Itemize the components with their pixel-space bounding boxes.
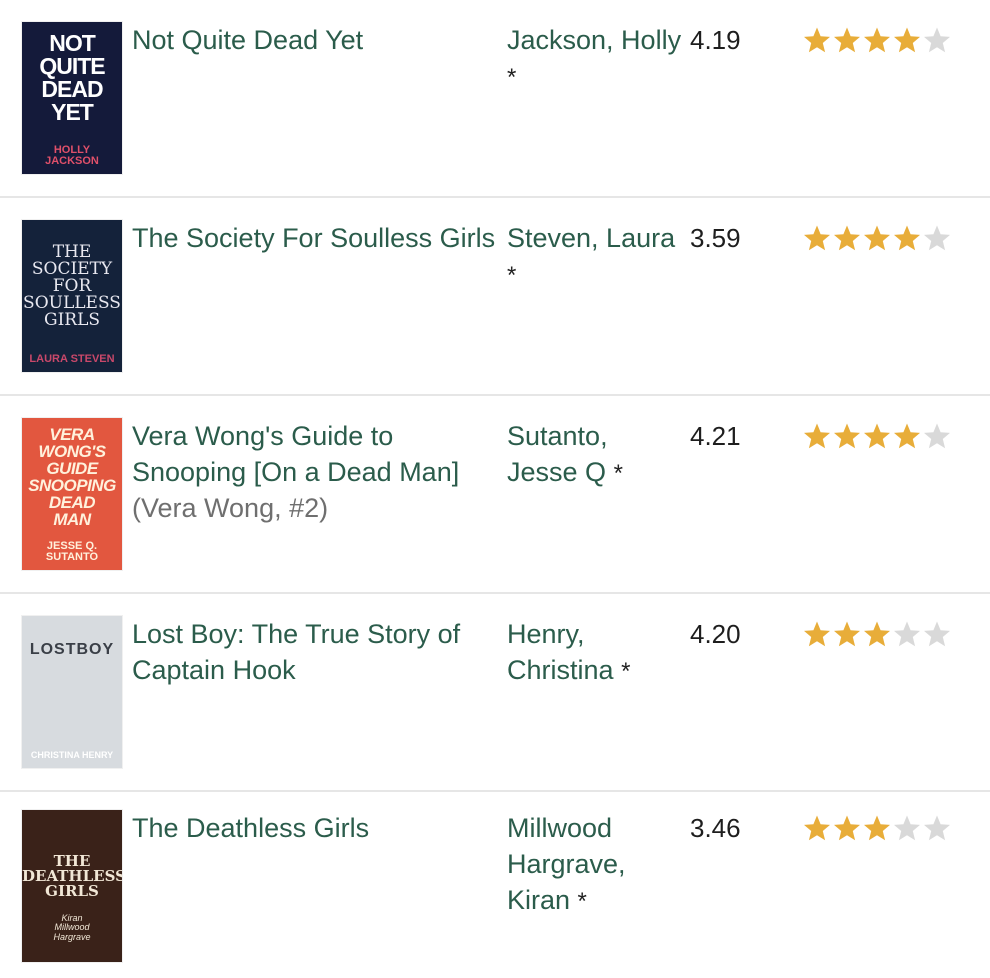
book-list: NOT QUITE DEAD YET HOLLY JACKSON Not Qui… [0,0,990,978]
star-empty-icon[interactable] [923,814,951,842]
average-rating: 3.46 [690,813,741,843]
author-cell: Henry, Christina * [507,616,682,690]
author-asterisk: * [507,64,517,91]
book-cover-link[interactable]: THE DEATHLESS GIRLS Kiran Millwood Hargr… [22,810,122,962]
book-title-link[interactable]: Vera Wong's Guide to Snooping [On a Dead… [132,418,500,526]
star-rating[interactable] [803,616,951,652]
star-filled-icon[interactable] [893,26,921,54]
author-asterisk: * [613,460,623,487]
average-rating: 4.19 [690,25,741,55]
star-empty-icon[interactable] [923,224,951,252]
star-filled-icon[interactable] [893,224,921,252]
author-link[interactable]: Millwood Hargrave, Kiran [507,813,626,915]
star-filled-icon[interactable] [833,422,861,450]
star-filled-icon[interactable] [863,224,891,252]
star-rating[interactable] [803,22,951,58]
star-empty-icon[interactable] [923,620,951,648]
star-empty-icon[interactable] [893,814,921,842]
cover-author-art: HOLLY JACKSON [45,143,99,168]
star-filled-icon[interactable] [863,814,891,842]
average-rating: 4.21 [690,421,741,451]
star-filled-icon[interactable] [833,224,861,252]
star-rating[interactable] [803,220,951,256]
cover-title-art: THE DEATHLESS GIRLS [22,852,122,900]
book-row: VERA WONG'S GUIDE SNOOPING DEAD MAN JESS… [0,396,990,594]
star-filled-icon[interactable] [863,422,891,450]
book-cover-link[interactable]: LOSTBOY CHRISTINA HENRY [22,616,122,768]
author-cell: Jackson, Holly * [507,22,682,96]
star-filled-icon[interactable] [803,422,831,450]
author-link[interactable]: Steven, Laura [507,223,675,253]
cover-title-art: VERA WONG'S GUIDE SNOOPING DEAD MAN [28,425,116,529]
star-filled-icon[interactable] [833,620,861,648]
book-row: NOT QUITE DEAD YET HOLLY JACKSON Not Qui… [0,0,990,198]
star-filled-icon[interactable] [803,224,831,252]
book-title-link[interactable]: The Deathless Girls [132,810,500,846]
author-cell: Steven, Laura * [507,220,682,294]
star-filled-icon[interactable] [803,814,831,842]
author-asterisk: * [507,262,517,289]
star-empty-icon[interactable] [923,422,951,450]
cover-author-art: Kiran Millwood Hargrave [53,912,91,942]
star-rating[interactable] [803,810,951,846]
book-title-link[interactable]: The Society For Soulless Girls [132,220,500,256]
author-cell: Sutanto, Jesse Q * [507,418,682,492]
book-title-link[interactable]: Lost Boy: The True Story of Captain Hook [132,616,500,688]
cover-author-art: CHRISTINA HENRY [30,749,114,760]
star-filled-icon[interactable] [863,26,891,54]
cover-author-art: LAURA STEVEN [29,353,115,366]
author-cell: Millwood Hargrave, Kiran * [507,810,682,920]
author-link[interactable]: Sutanto, Jesse Q [507,421,608,487]
star-rating[interactable] [803,418,951,454]
average-rating: 3.59 [690,223,741,253]
book-cover-link[interactable]: NOT QUITE DEAD YET HOLLY JACKSON [22,22,122,174]
star-filled-icon[interactable] [833,26,861,54]
cover-author-art: JESSE Q. SUTANTO [45,539,99,564]
author-link[interactable]: Jackson, Holly [507,25,681,55]
star-filled-icon[interactable] [893,422,921,450]
book-row: THE DEATHLESS GIRLS Kiran Millwood Hargr… [0,788,990,978]
book-cover-link[interactable]: THE SOCIETY FOR SOULLESS GIRLS LAURA STE… [22,220,122,372]
book-cover-link[interactable]: VERA WONG'S GUIDE SNOOPING DEAD MAN JESS… [22,418,122,570]
star-empty-icon[interactable] [893,620,921,648]
average-rating: 4.20 [690,619,741,649]
star-filled-icon[interactable] [863,620,891,648]
star-filled-icon[interactable] [803,620,831,648]
author-asterisk: * [621,658,631,685]
book-title-text: Vera Wong's Guide to Snooping [On a Dead… [132,421,460,487]
star-filled-icon[interactable] [833,814,861,842]
book-row: THE SOCIETY FOR SOULLESS GIRLS LAURA STE… [0,198,990,396]
star-filled-icon[interactable] [803,26,831,54]
cover-title-art: NOT QUITE DEAD YET [39,30,105,125]
author-link[interactable]: Henry, Christina [507,619,614,685]
book-series-text: (Vera Wong, #2) [132,493,329,523]
book-title-link[interactable]: Not Quite Dead Yet [132,22,500,58]
cover-title-art: LOSTBOY [29,641,115,658]
cover-title-art: THE SOCIETY FOR SOULLESS GIRLS [23,242,121,330]
star-empty-icon[interactable] [923,26,951,54]
book-row: LOSTBOY CHRISTINA HENRY Lost Boy: The Tr… [0,594,990,792]
author-asterisk: * [577,888,587,915]
